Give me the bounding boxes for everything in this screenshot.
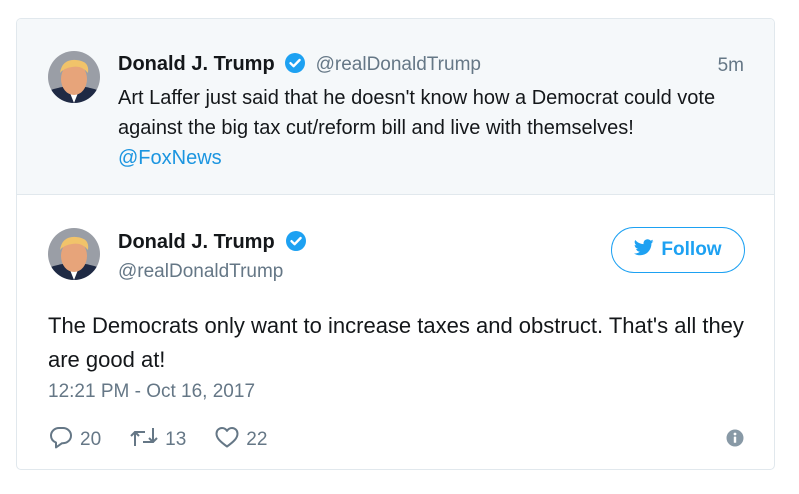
avatar-image	[48, 51, 100, 103]
avatar[interactable]	[48, 228, 100, 280]
twitter-bird-icon	[634, 238, 655, 262]
tweet-timestamp[interactable]: 12:21 PM - Oct 16, 2017	[48, 381, 255, 403]
mention-link[interactable]: @FoxNews	[118, 147, 222, 169]
avatar-image	[48, 228, 100, 280]
info-icon[interactable]	[726, 429, 744, 452]
author-handle[interactable]: @realDonaldTrump	[118, 261, 283, 283]
parent-tweet[interactable]: Donald J. Trump @realDonaldTrump 5m Art …	[17, 19, 774, 195]
verified-badge-icon	[286, 231, 307, 257]
tweet-body: The Democrats only want to increase taxe…	[48, 313, 744, 372]
reply-icon	[48, 425, 74, 455]
parent-tweet-header: Donald J. Trump @realDonaldTrump 5m	[118, 53, 744, 79]
like-heart-icon	[214, 425, 240, 455]
author-name[interactable]: Donald J. Trump	[118, 231, 275, 253]
retweet-count: 13	[165, 429, 187, 450]
author-name-row[interactable]: Donald J. Trump	[118, 231, 307, 257]
tweet-actions: 20 13 22	[48, 425, 295, 455]
like-count: 22	[246, 429, 268, 450]
parent-tweet-text: Art Laffer just said that he doesn't kno…	[118, 83, 738, 173]
author-handle[interactable]: @realDonaldTrump	[316, 54, 481, 75]
tweet-time[interactable]: 5m	[718, 55, 744, 77]
retweet-button[interactable]: 13	[129, 426, 186, 454]
avatar[interactable]	[48, 51, 100, 103]
verified-badge-icon	[285, 53, 306, 78]
reply-button[interactable]: 20	[48, 425, 101, 455]
follow-label: Follow	[661, 239, 722, 260]
reply-count: 20	[80, 429, 102, 450]
embedded-tweet-card: Donald J. Trump @realDonaldTrump 5m Art …	[16, 18, 775, 470]
retweet-icon	[129, 426, 159, 454]
author-name[interactable]: Donald J. Trump	[118, 53, 275, 75]
like-button[interactable]: 22	[214, 425, 267, 455]
tweet-body: Art Laffer just said that he doesn't kno…	[118, 87, 716, 139]
follow-button[interactable]: Follow	[611, 227, 745, 273]
